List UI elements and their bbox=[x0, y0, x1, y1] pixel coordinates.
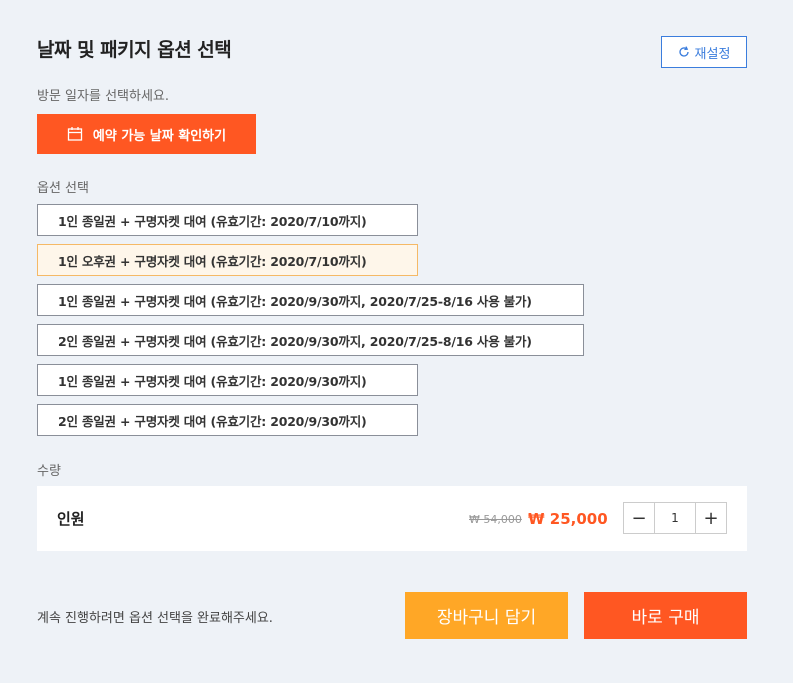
sale-price: ₩ 25,000 bbox=[528, 510, 608, 528]
refresh-icon bbox=[678, 46, 689, 57]
quantity-stepper: − + bbox=[623, 502, 727, 534]
option-item[interactable]: 2인 종일권 + 구명자켓 대여 (유효기간: 2020/9/30까지) bbox=[37, 404, 418, 436]
option-item[interactable]: 2인 종일권 + 구명자켓 대여 (유효기간: 2020/9/30까지, 202… bbox=[37, 324, 584, 356]
quantity-section-label: 수량 bbox=[37, 464, 61, 479]
reset-label: 재설정 bbox=[694, 46, 731, 62]
reset-button[interactable]: 재설정 bbox=[661, 36, 747, 68]
person-label: 인원 bbox=[57, 510, 85, 528]
option-list: 1인 종일권 + 구명자켓 대여 (유효기간: 2020/7/10까지) 1인 … bbox=[37, 204, 584, 444]
option-item[interactable]: 1인 종일권 + 구명자켓 대여 (유효기간: 2020/7/10까지) bbox=[37, 204, 418, 236]
add-to-cart-button[interactable]: 장바구니 담기 bbox=[405, 592, 568, 639]
increase-button[interactable]: + bbox=[695, 503, 726, 533]
option-item-selected[interactable]: 1인 오후권 + 구명자켓 대여 (유효기간: 2020/7/10까지) bbox=[37, 244, 418, 276]
calendar-icon bbox=[67, 127, 83, 141]
option-item[interactable]: 1인 종일권 + 구명자켓 대여 (유효기간: 2020/9/30까지) bbox=[37, 364, 418, 396]
check-dates-button[interactable]: 예약 가능 날짜 확인하기 bbox=[37, 114, 256, 154]
check-dates-label: 예약 가능 날짜 확인하기 bbox=[92, 128, 227, 144]
option-section-label: 옵션 선택 bbox=[37, 181, 89, 196]
option-item[interactable]: 1인 종일권 + 구명자켓 대여 (유효기간: 2020/9/30까지, 202… bbox=[37, 284, 584, 316]
quantity-input[interactable] bbox=[655, 503, 695, 533]
buy-now-button[interactable]: 바로 구매 bbox=[584, 592, 747, 639]
quantity-panel: 인원 ₩ 54,000 ₩ 25,000 − + bbox=[37, 486, 747, 551]
visit-date-label: 방문 일자를 선택하세요. bbox=[37, 89, 169, 104]
page-title: 날짜 및 패키지 옵션 선택 bbox=[37, 39, 232, 61]
decrease-button[interactable]: − bbox=[624, 503, 655, 533]
completion-hint: 계속 진행하려면 옵션 선택을 완료해주세요. bbox=[37, 611, 273, 626]
original-price: ₩ 54,000 bbox=[469, 513, 522, 526]
